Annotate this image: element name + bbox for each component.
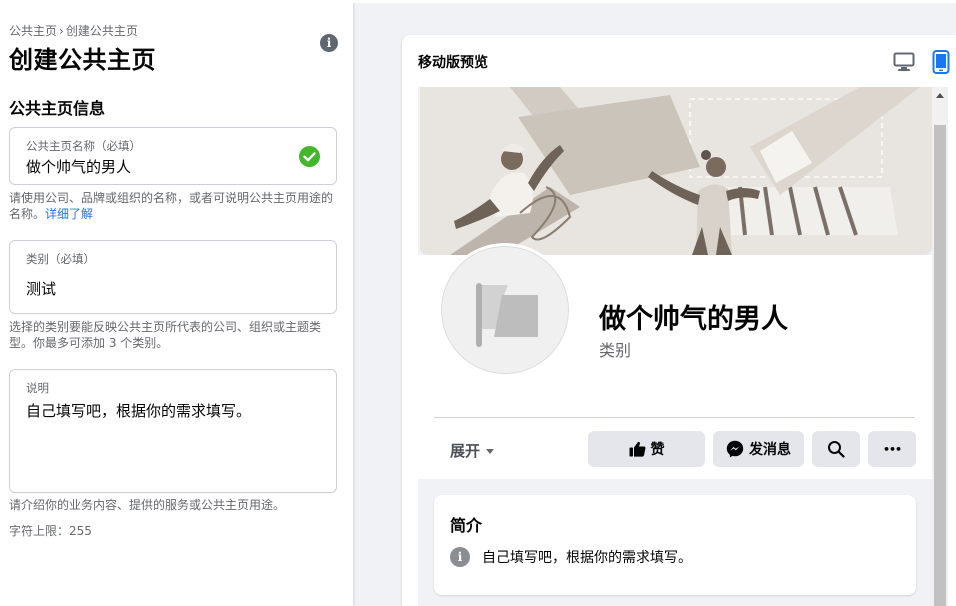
more-options-button[interactable]: •••: [868, 431, 916, 467]
category-input[interactable]: 测试: [26, 278, 56, 299]
profile-avatar[interactable]: [438, 243, 572, 377]
page-name-help: 请使用公司、品牌或组织的名称，或者可说明公共主页用途的名称。详细了解: [9, 190, 339, 222]
page-name-field[interactable]: 公共主页名称（必填） 做个帅气的男人: [9, 127, 337, 185]
preview-scrollbar[interactable]: [932, 87, 948, 606]
caret-down-icon: [486, 449, 495, 454]
breadcrumb: 公共主页 › 创建公共主页: [9, 22, 138, 39]
cover-photo-illustration: [420, 87, 932, 255]
mobile-icon[interactable]: [932, 50, 950, 74]
page-name-input[interactable]: 做个帅气的男人: [26, 156, 131, 177]
scroll-up-arrow-icon[interactable]: [936, 93, 944, 98]
page-title: 创建公共主页: [9, 46, 156, 74]
desktop-icon[interactable]: [893, 52, 915, 72]
description-help: 请介绍你的业务内容、提供的服务或公共主页用途。: [9, 498, 286, 512]
info-icon[interactable]: i: [320, 34, 338, 52]
expand-label: 展开: [450, 442, 481, 460]
page-name-label: 公共主页名称（必填）: [26, 139, 141, 153]
expand-dropdown[interactable]: 展开: [450, 440, 495, 461]
mobile-preview-card: 移动版预览 做个帅气的男人 类别 展开 赞 发消息 ••• 简介 i 自己填写吧…: [402, 35, 956, 606]
preview-title: 移动版预览: [418, 55, 488, 71]
preview-page-name: 做个帅气的男人: [599, 304, 788, 335]
search-icon: [828, 441, 845, 458]
learn-more-link[interactable]: 详细了解: [45, 207, 93, 221]
about-title: 简介: [450, 516, 483, 535]
section-title: 公共主页信息: [9, 99, 106, 118]
description-textarea[interactable]: 自己填写吧，根据你的需求填写。: [26, 400, 251, 421]
breadcrumb-separator: ›: [59, 24, 64, 38]
thumbs-up-icon: [629, 441, 645, 457]
send-message-button[interactable]: 发消息: [713, 431, 804, 467]
like-label: 赞: [650, 442, 665, 458]
scroll-thumb[interactable]: [934, 125, 946, 606]
divider: [434, 417, 915, 418]
more-icon: •••: [882, 442, 902, 456]
like-button[interactable]: 赞: [588, 431, 705, 467]
preview-page-category: 类别: [599, 341, 632, 360]
category-field[interactable]: 类别（必填） 测试: [9, 240, 337, 314]
category-help: 选择的类别要能反映公共主页所代表的公司、组织或主题类型。你最多可添加 3 个类别…: [9, 320, 322, 350]
messenger-icon: [726, 440, 744, 458]
top-strip: [353, 0, 956, 3]
about-card: 简介 i 自己填写吧，根据你的需求填写。: [434, 495, 916, 595]
check-circle-icon: [299, 146, 320, 167]
phone-frame: 做个帅气的男人 类别 展开 赞 发消息 ••• 简介 i 自己填写吧，根据你的需…: [418, 87, 948, 606]
message-label: 发消息: [749, 442, 791, 458]
breadcrumb-current: 创建公共主页: [65, 24, 138, 38]
about-row: i 自己填写吧，根据你的需求填写。: [450, 547, 692, 567]
about-text: 自己填写吧，根据你的需求填写。: [482, 550, 692, 566]
create-page-panel: 公共主页 › 创建公共主页 创建公共主页 i 公共主页信息 公共主页名称（必填） 做…: [0, 0, 353, 606]
flag-icon: [441, 246, 569, 374]
description-label: 说明: [26, 381, 49, 395]
breadcrumb-parent-link[interactable]: 公共主页: [9, 24, 57, 38]
search-button[interactable]: [812, 431, 860, 467]
char-limit: 字符上限：255: [9, 524, 92, 538]
category-label: 类别（必填）: [26, 252, 95, 266]
description-field[interactable]: 说明 自己填写吧，根据你的需求填写。: [9, 369, 337, 493]
info-circle-icon: i: [450, 547, 470, 567]
phone-content: 做个帅气的男人 类别 展开 赞 发消息 ••• 简介 i 自己填写吧，根据你的需…: [418, 87, 932, 606]
